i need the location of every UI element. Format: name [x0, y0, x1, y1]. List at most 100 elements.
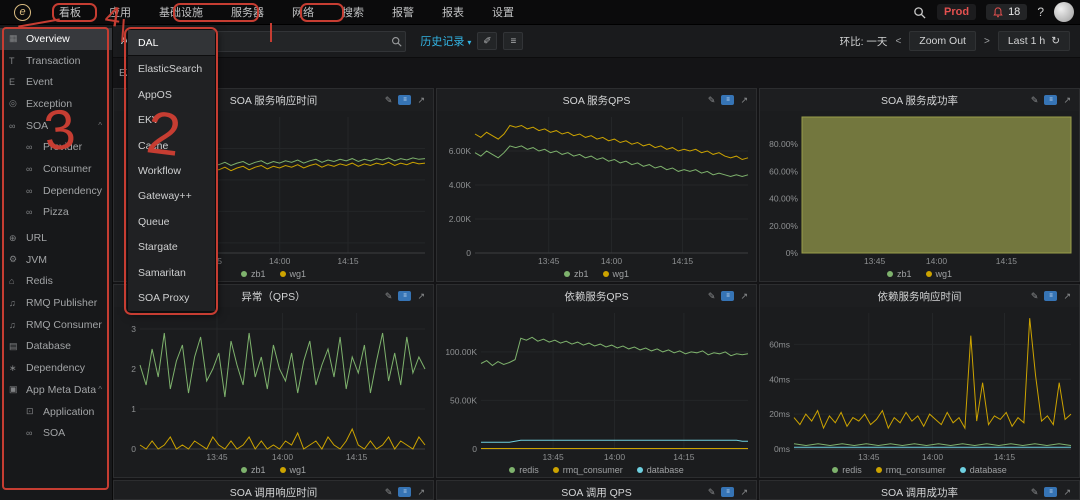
chart-canvas[interactable]: 80.00%60.00%40.00%20.00%0%13:4514:0014:1… — [760, 111, 1079, 267]
dropdown-item-gateway-[interactable]: Gateway++ — [128, 184, 215, 209]
nav-item-报警[interactable]: 报警 — [378, 4, 428, 20]
edit-icon[interactable]: ✎ — [708, 292, 716, 301]
sidebar-item-url[interactable]: ⊕URL — [0, 227, 112, 249]
legend-item-wg1[interactable]: wg1 — [280, 465, 307, 475]
dropdown-item-soa-proxy[interactable]: SOA Proxy — [128, 286, 215, 311]
analytics-badge-icon[interactable]: ≡ — [1044, 291, 1057, 301]
search-icon[interactable] — [911, 4, 927, 20]
share-icon[interactable]: ↗ — [740, 292, 748, 301]
analytics-badge-icon[interactable]: ≡ — [398, 291, 411, 301]
analytics-badge-icon[interactable]: ≡ — [398, 487, 411, 497]
sidebar-item-event[interactable]: EEvent — [0, 71, 112, 93]
dropdown-item-cache[interactable]: Cache — [128, 133, 215, 158]
history-dropdown[interactable]: 历史记录 ▾ — [420, 33, 471, 49]
legend-item-wg1[interactable]: wg1 — [926, 269, 953, 279]
legend-item-database[interactable]: database — [960, 465, 1007, 475]
user-avatar[interactable] — [1054, 2, 1074, 22]
chart-canvas[interactable]: 6.00K4.00K2.00K013:4514:0014:15 — [437, 111, 756, 267]
analytics-badge-icon[interactable]: ≡ — [721, 487, 734, 497]
panel-title[interactable]: SOA 调用响应时间 — [230, 485, 318, 500]
dropdown-item-elasticsearch[interactable]: ElasticSearch — [128, 56, 215, 81]
analytics-badge-icon[interactable]: ≡ — [721, 291, 734, 301]
sidebar-item-exception[interactable]: ◎Exception — [0, 93, 112, 115]
nav-item-搜索[interactable]: 搜索 — [328, 4, 378, 20]
panel-title[interactable]: 依赖服务响应时间 — [878, 289, 962, 304]
sidebar-item-dependency[interactable]: ∞Dependency — [0, 180, 112, 202]
time-shift-left-button[interactable]: < — [895, 36, 901, 47]
panel-chart-area[interactable]: 321013:4514:0014:15 zb1 wg1 — [114, 307, 433, 477]
sidebar-item-rmq-consumer[interactable]: ♫RMQ Consumer — [0, 314, 112, 336]
brush-icon[interactable]: ✐ — [477, 32, 497, 50]
sidebar-item-soa[interactable]: ∞SOA^ — [0, 115, 112, 137]
share-icon[interactable]: ↗ — [740, 96, 748, 105]
edit-icon[interactable]: ✎ — [1031, 96, 1039, 105]
sidebar-item-jvm[interactable]: ⚙JVM — [0, 249, 112, 271]
edit-icon[interactable]: ✎ — [708, 96, 716, 105]
panel-chart-area[interactable]: 6.00K4.00K2.00K013:4514:0014:15 zb1 wg1 — [437, 111, 756, 281]
panel-chart-area[interactable]: 80.00%60.00%40.00%20.00%0%13:4514:0014:1… — [760, 111, 1079, 281]
dropdown-item-dal[interactable]: DAL — [128, 30, 215, 56]
panel-title[interactable]: SOA 调用成功率 — [881, 485, 958, 500]
panel-title[interactable]: SOA 服务QPS — [563, 93, 631, 108]
nav-item-应用[interactable]: 应用 — [95, 4, 145, 20]
dropdown-item-queue[interactable]: Queue — [128, 209, 215, 234]
analytics-badge-icon[interactable]: ≡ — [1044, 95, 1057, 105]
legend-item-wg1[interactable]: wg1 — [280, 269, 307, 279]
share-icon[interactable]: ↗ — [417, 488, 425, 497]
list-view-icon[interactable]: ≡ — [503, 32, 523, 50]
dropdown-item-samaritan[interactable]: Samaritan — [128, 260, 215, 285]
sidebar-item-dependency[interactable]: ∗Dependency — [0, 357, 112, 379]
dropdown-item-stargate[interactable]: Stargate — [128, 235, 215, 260]
chart-canvas[interactable]: 321013:4514:0014:15 — [114, 307, 433, 463]
share-icon[interactable]: ↗ — [417, 96, 425, 105]
dropdown-item-workflow[interactable]: Workflow — [128, 158, 215, 183]
alerts-button[interactable]: 18 — [986, 4, 1027, 20]
collapse-caret-icon[interactable]: ^ — [98, 385, 102, 394]
sidebar-item-pizza[interactable]: ∞Pizza — [0, 202, 112, 224]
legend-item-rmq_consumer[interactable]: rmq_consumer — [553, 465, 623, 475]
edit-icon[interactable]: ✎ — [385, 488, 393, 497]
panel-title[interactable]: 依赖服务QPS — [564, 289, 628, 304]
sidebar-item-application[interactable]: ⊡Application — [0, 401, 112, 423]
panel-title[interactable]: SOA 调用 QPS — [561, 485, 632, 500]
sidebar-item-transaction[interactable]: TTransaction — [0, 50, 112, 72]
legend-item-zb1[interactable]: zb1 — [241, 269, 266, 279]
edit-icon[interactable]: ✎ — [385, 292, 393, 301]
legend-item-zb1[interactable]: zb1 — [241, 465, 266, 475]
panel-chart-area[interactable]: 60ms40ms20ms0ms13:4514:0014:15 redis rmq_c… — [760, 307, 1079, 477]
dropdown-item-ekv[interactable]: EKV — [128, 107, 215, 132]
legend-item-redis[interactable]: redis — [832, 465, 862, 475]
panel-title[interactable]: SOA 服务成功率 — [881, 93, 958, 108]
chart-canvas[interactable]: 100.00K50.00K013:4514:0014:15 — [437, 307, 756, 463]
help-button[interactable]: ? — [1037, 5, 1044, 19]
sidebar-item-app-meta-data[interactable]: ▣App Meta Data^ — [0, 379, 112, 401]
share-icon[interactable]: ↗ — [417, 292, 425, 301]
sidebar-item-soa[interactable]: ∞SOA — [0, 422, 112, 444]
legend-item-rmq_consumer[interactable]: rmq_consumer — [876, 465, 946, 475]
app-logo-icon[interactable]: e — [14, 4, 31, 21]
nav-item-设置[interactable]: 设置 — [478, 4, 528, 20]
edit-icon[interactable]: ✎ — [1031, 292, 1039, 301]
chart-canvas[interactable]: 60ms40ms20ms0ms13:4514:0014:15 — [760, 307, 1079, 463]
legend-item-zb1[interactable]: zb1 — [564, 269, 589, 279]
sidebar-item-redis[interactable]: ⌂Redis — [0, 271, 112, 293]
legend-item-wg1[interactable]: wg1 — [603, 269, 630, 279]
collapse-caret-icon[interactable]: ^ — [98, 121, 102, 130]
sidebar-item-database[interactable]: ▤Database — [0, 336, 112, 358]
compare-label[interactable]: 环比: 一天 — [840, 34, 888, 49]
sidebar-item-rmq-publisher[interactable]: ♫RMQ Publisher — [0, 292, 112, 314]
legend-item-zb1[interactable]: zb1 — [887, 269, 912, 279]
panel-title[interactable]: SOA 服务响应时间 — [230, 93, 318, 108]
time-range-picker[interactable]: Last 1 h ↻ — [998, 31, 1070, 51]
share-icon[interactable]: ↗ — [1063, 488, 1071, 497]
legend-item-redis[interactable]: redis — [509, 465, 539, 475]
sidebar-item-overview[interactable]: ▦Overview — [0, 28, 112, 50]
share-icon[interactable]: ↗ — [740, 488, 748, 497]
env-badge[interactable]: Prod — [937, 4, 976, 20]
share-icon[interactable]: ↗ — [1063, 292, 1071, 301]
share-icon[interactable]: ↗ — [1063, 96, 1071, 105]
panel-title[interactable]: 异常（QPS） — [241, 289, 305, 304]
edit-icon[interactable]: ✎ — [385, 96, 393, 105]
time-shift-right-button[interactable]: > — [984, 36, 990, 47]
sidebar-item-provider[interactable]: ∞Provider — [0, 136, 112, 158]
